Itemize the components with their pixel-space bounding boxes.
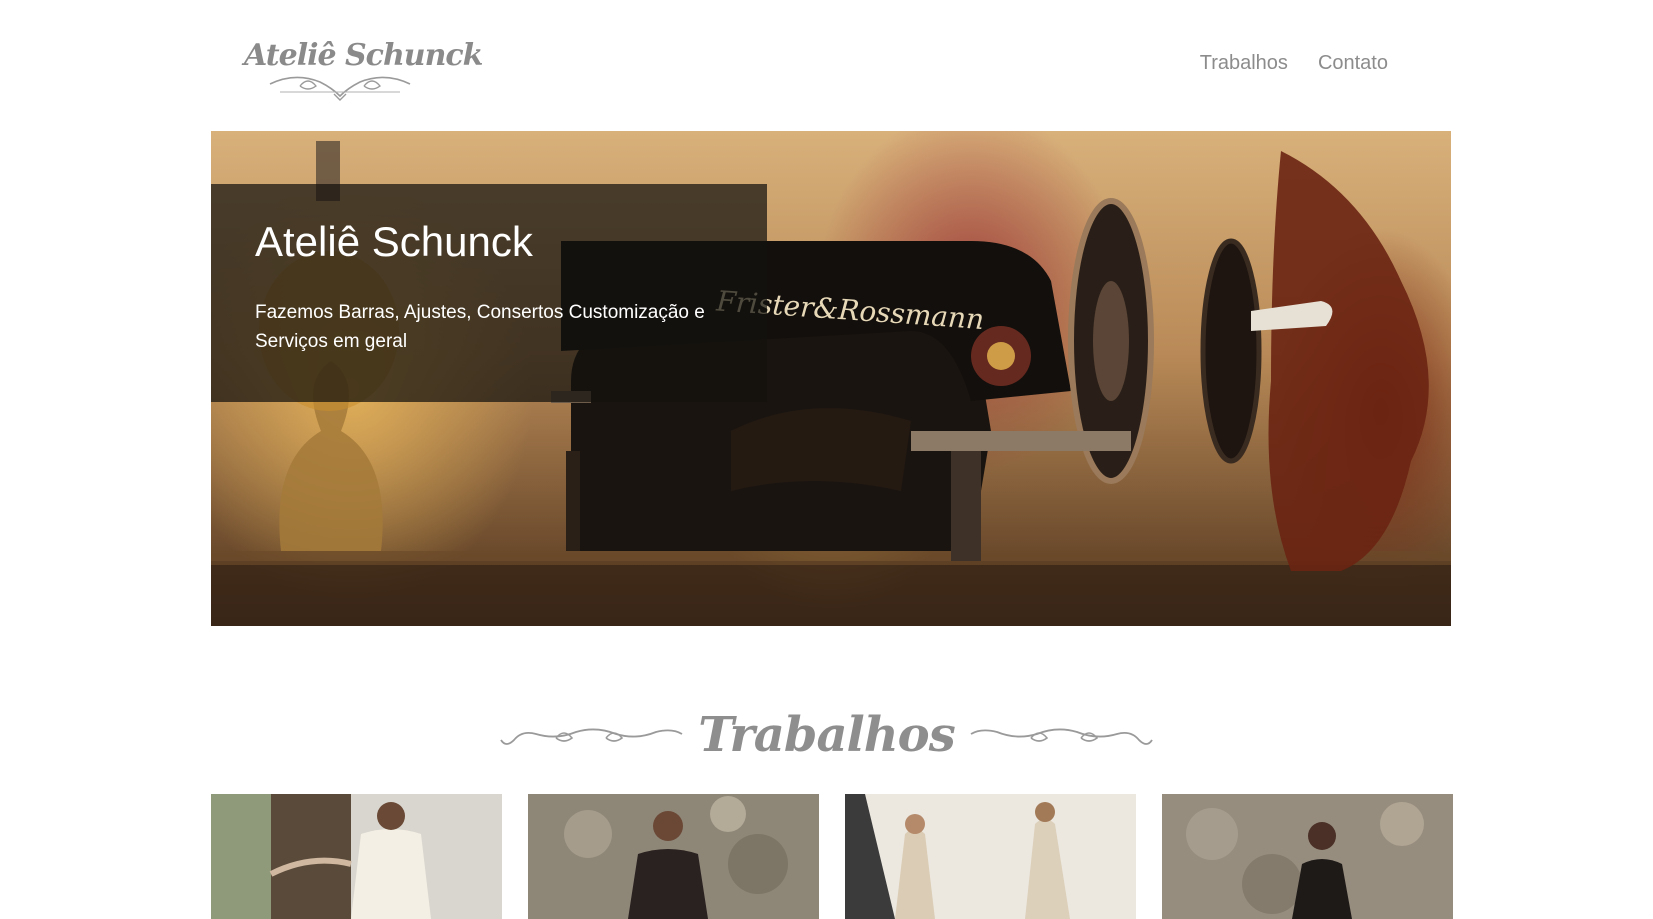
main-nav: Trabalhos Contato — [1200, 52, 1388, 75]
left-flourish-icon — [500, 728, 683, 745]
works-title-text: Trabalhos — [698, 707, 955, 763]
hero-title: Ateliê Schunck — [255, 218, 533, 265]
site-logo[interactable]: Ateliê Schunck — [240, 36, 483, 106]
work-photo-white-dress[interactable] — [211, 794, 502, 919]
site-header: Ateliê Schunck Trabalhos Contato — [0, 0, 1653, 130]
nav-contato[interactable]: Contato — [1318, 52, 1388, 75]
hero-caption-box: Ateliê Schunck Fazemos Barras, Ajustes, … — [211, 184, 767, 402]
nav-trabalhos[interactable]: Trabalhos — [1200, 52, 1288, 75]
works-gallery — [211, 794, 1453, 919]
right-flourish-icon — [970, 728, 1153, 745]
hero-subtitle: Fazemos Barras, Ajustes, Consertos Custo… — [255, 302, 705, 352]
work-photo-sketches[interactable] — [845, 794, 1136, 919]
work-photo-lace-top[interactable] — [528, 794, 819, 919]
works-section-title: Trabalhos — [0, 700, 1653, 770]
work-photo-stone-wall[interactable] — [1162, 794, 1453, 919]
logo-flourish-icon — [269, 76, 411, 101]
hero-banner: Frister&Rossmann Ateliê Schunck Fazemos … — [211, 131, 1451, 626]
